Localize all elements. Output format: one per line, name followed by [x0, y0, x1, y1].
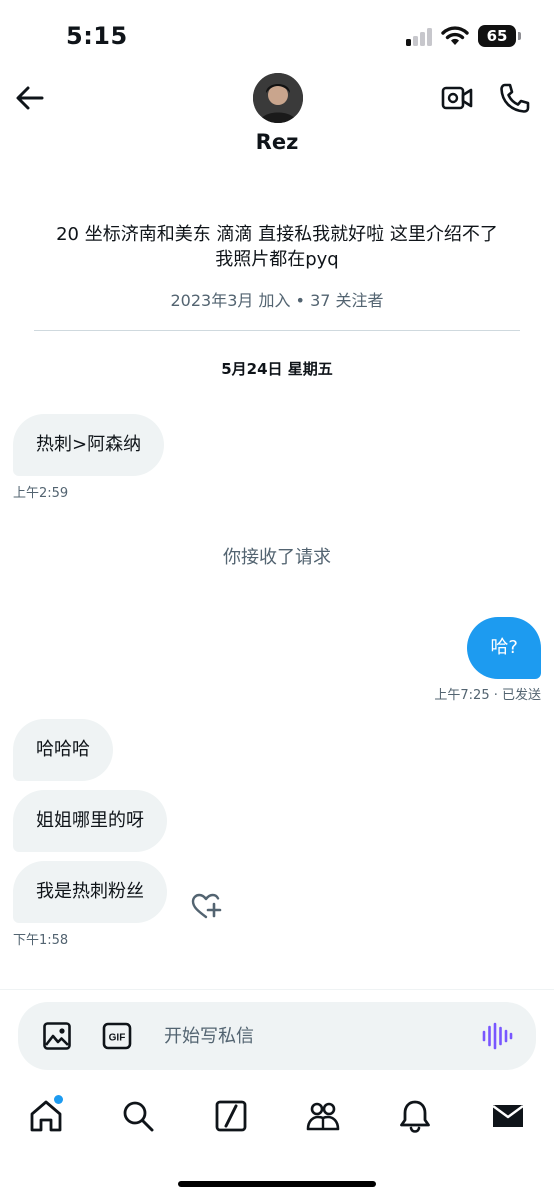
contact-name[interactable]: Rez: [0, 130, 554, 154]
bio-line-2: 我照片都在pyq: [215, 249, 339, 270]
battery-tip: [518, 32, 521, 40]
message-bubble-incoming[interactable]: 我是热刺粉丝: [13, 861, 167, 923]
video-call-icon[interactable]: [440, 82, 474, 114]
profile-bio: 20 坐标济南和美东 滴滴 直接私我就好啦 这里介绍不了 我照片都在pyq: [20, 222, 534, 272]
notifications-icon[interactable]: [397, 1098, 433, 1134]
message-input[interactable]: [164, 1020, 464, 1052]
message-timestamp: 下午1:58: [13, 933, 69, 948]
grok-icon[interactable]: [213, 1098, 249, 1134]
message-bubble-incoming[interactable]: 姐姐哪里的呀: [13, 790, 167, 852]
date-header: 5月24日 星期五: [221, 360, 333, 378]
back-arrow-icon[interactable]: [14, 82, 46, 114]
search-icon[interactable]: [120, 1098, 156, 1134]
messages-icon[interactable]: [490, 1098, 526, 1134]
home-indicator: [178, 1181, 376, 1187]
message-timestamp: 上午2:59: [13, 486, 69, 501]
composer-bar: GIF: [18, 1002, 536, 1070]
voice-wave-icon[interactable]: [481, 1021, 513, 1051]
wifi-icon: [441, 26, 469, 45]
status-time: 5:15: [66, 22, 128, 50]
svg-text:GIF: GIF: [109, 1033, 126, 1044]
composer-separator: [0, 989, 554, 990]
battery-indicator: 65: [478, 25, 516, 47]
system-message: 你接收了请求: [223, 547, 331, 568]
message-bubble-incoming[interactable]: 热刺>阿森纳: [13, 414, 165, 476]
notification-dot: [54, 1095, 63, 1104]
message-bubble-incoming[interactable]: 哈哈哈: [13, 719, 113, 781]
profile-meta: 2023年3月 加入 • 37 关注者: [170, 291, 384, 310]
image-icon[interactable]: [42, 1021, 72, 1051]
signal-icon: [406, 28, 434, 46]
message-bubble-outgoing[interactable]: 哈?: [467, 617, 541, 679]
phone-icon[interactable]: [497, 82, 531, 114]
bio-line-1: 20 坐标济南和美东 滴滴 直接私我就好啦 这里介绍不了: [56, 224, 498, 245]
divider: [34, 330, 520, 331]
message-timestamp: 上午7:25 · 已发送: [434, 688, 541, 703]
add-reaction-icon[interactable]: [189, 890, 223, 922]
gif-icon[interactable]: GIF: [102, 1022, 132, 1050]
communities-icon[interactable]: [305, 1098, 341, 1134]
avatar[interactable]: [253, 73, 303, 123]
